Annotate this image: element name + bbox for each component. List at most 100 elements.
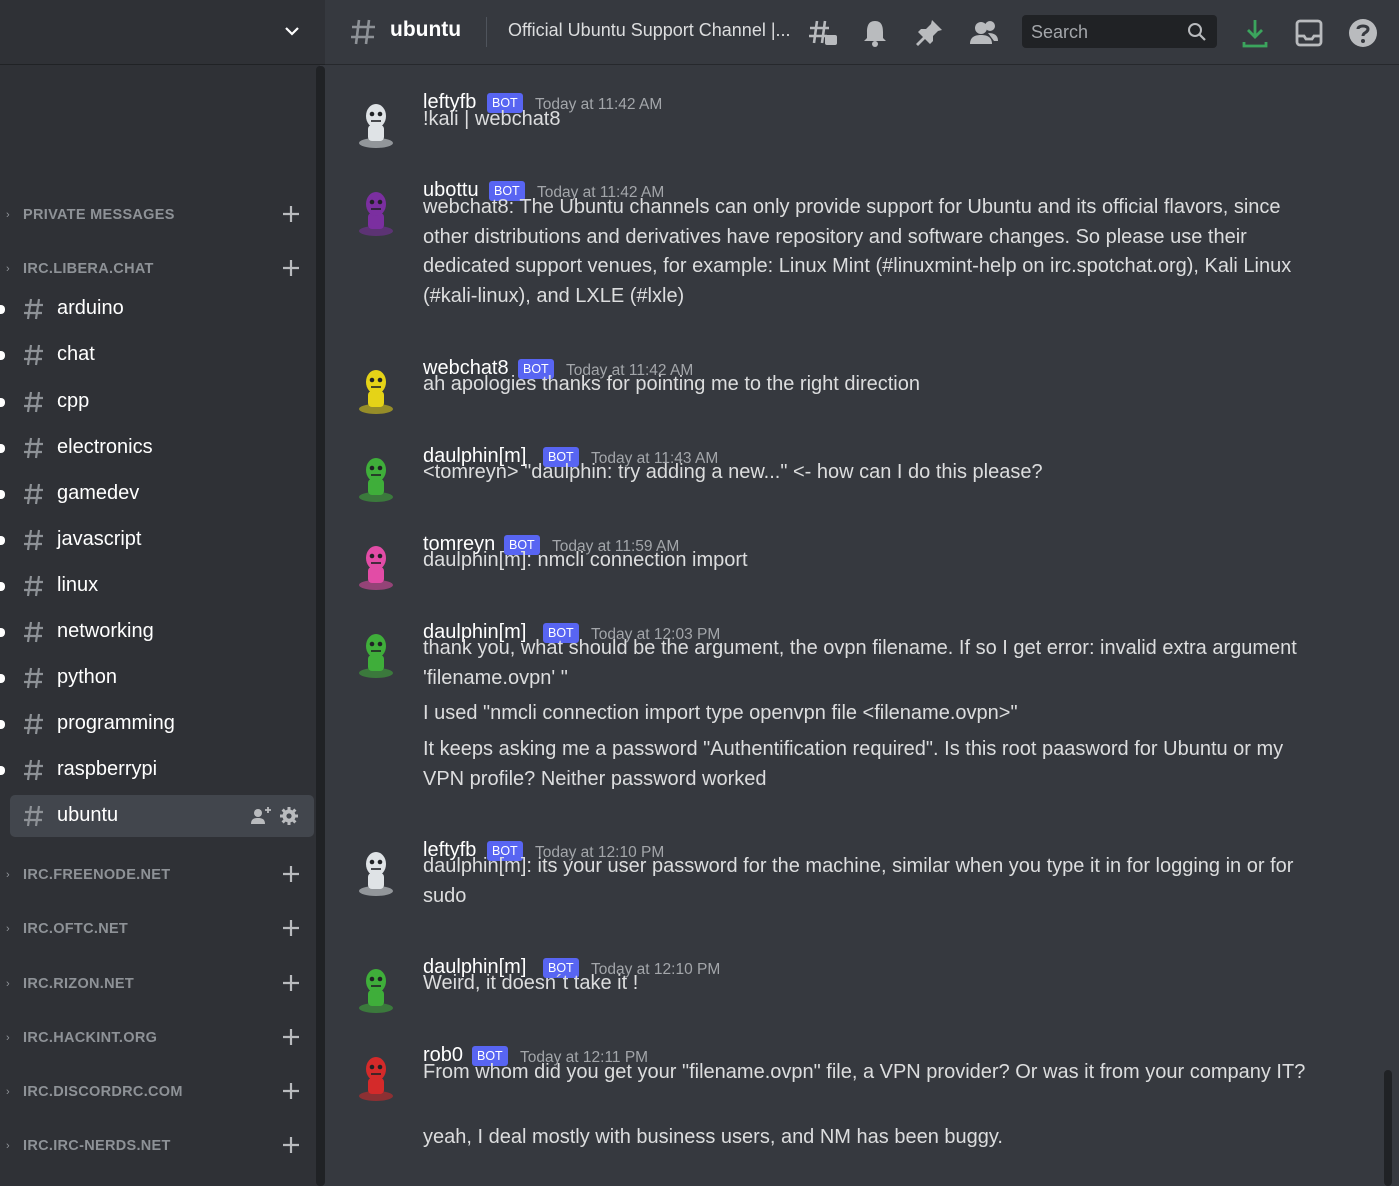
avatar[interactable] [355, 187, 397, 237]
channel-title: ubuntu [390, 18, 462, 41]
message-text: webchat8: The Ubuntu channels can only p… [423, 196, 1292, 307]
server-header[interactable] [0, 0, 325, 65]
message-text: I used "nmcli connection import type ope… [423, 702, 1018, 724]
category-discordrc[interactable]: › IRC.DISCORDRC.COM [0, 1078, 316, 1106]
search-placeholder: Search [1031, 22, 1089, 42]
message-text: ah apologies thanks for pointing me to t… [423, 373, 920, 395]
unread-indicator [0, 766, 5, 775]
message-text: <tomreyn> "daulphin: try adding a new...… [423, 461, 1043, 483]
caret-icon: › [6, 869, 10, 881]
channel-item-raspberrypi[interactable]: raspberrypi [0, 749, 314, 791]
category-oftc[interactable]: › IRC.OFTC.NET [0, 915, 316, 943]
category-hackint[interactable]: › IRC.HACKINT.ORG [0, 1024, 316, 1052]
hash-icon [24, 298, 43, 320]
avatar[interactable] [355, 453, 397, 503]
add-user-icon[interactable] [250, 805, 272, 827]
messages-scrollbar[interactable] [1384, 1070, 1392, 1186]
category-label: PRIVATE MESSAGES [23, 207, 175, 223]
channel-item-programming[interactable]: programming [0, 703, 314, 745]
channel-item-gamedev[interactable]: gamedev [0, 473, 314, 515]
hash-icon [24, 713, 43, 735]
message-text: From whom did you get your "filename.ovp… [423, 1061, 1306, 1083]
category-libera[interactable]: › IRC.LIBERA.CHAT [0, 255, 316, 283]
category-label: IRC.HACKINT.ORG [23, 1030, 158, 1046]
channel-item-networking[interactable]: networking [0, 611, 314, 653]
add-icon[interactable] [280, 1026, 302, 1048]
unread-indicator [0, 674, 5, 683]
add-icon[interactable] [280, 203, 302, 225]
channel-item-linux[interactable]: linux [0, 565, 314, 607]
hash-icon [24, 437, 43, 459]
channel-item-javascript[interactable]: javascript [0, 519, 314, 561]
hash-icon [24, 805, 43, 827]
unread-indicator [0, 490, 5, 499]
unread-indicator [0, 720, 5, 729]
inbox-icon[interactable] [1293, 17, 1325, 49]
message-list: leftyfb BOT Today at 11:42 AM !kali | webch… [325, 66, 1385, 1186]
search-input[interactable]: Search [1022, 15, 1217, 48]
search-icon[interactable] [1187, 22, 1207, 42]
channel-label: ubuntu [57, 804, 119, 826]
category-freenode[interactable]: › IRC.FREENODE.NET [0, 861, 316, 889]
channel-label: javascript [57, 528, 142, 550]
hash-icon [24, 667, 43, 689]
avatar[interactable] [355, 964, 397, 1014]
unread-indicator [0, 398, 5, 407]
header-divider [486, 17, 487, 47]
avatar[interactable] [355, 365, 397, 415]
avatar[interactable] [355, 1052, 397, 1102]
hash-icon [24, 759, 43, 781]
avatar[interactable] [355, 99, 397, 149]
message-text: !kali | webchat8 [423, 108, 561, 130]
add-icon[interactable] [280, 863, 302, 885]
message-text: thank you, what should be the argument, … [423, 637, 1297, 689]
avatar[interactable] [355, 541, 397, 591]
gear-icon[interactable] [279, 806, 299, 826]
message-text: daulphin[m]: nmcli connection import [423, 549, 748, 571]
caret-icon: › [6, 209, 10, 221]
channel-item-arduino[interactable]: arduino [0, 288, 314, 330]
message-text: It keeps asking me a password "Authentif… [423, 738, 1284, 790]
threads-icon[interactable] [807, 17, 839, 49]
channel-item-python[interactable]: python [0, 657, 314, 699]
avatar[interactable] [355, 847, 397, 897]
category-label: IRC.OFTC.NET [23, 921, 129, 937]
channel-label: gamedev [57, 482, 140, 504]
channel-label: raspberrypi [57, 758, 158, 780]
download-icon[interactable] [1239, 17, 1271, 49]
category-label: IRC.DISCORDRC.COM [23, 1084, 183, 1100]
caret-icon: › [6, 978, 10, 990]
channel-item-electronics[interactable]: electronics [0, 427, 314, 469]
avatar[interactable] [355, 629, 397, 679]
category-label: IRC.LIBERA.CHAT [23, 261, 154, 277]
hash-icon [24, 483, 43, 505]
channel-item-cpp[interactable]: cpp [0, 381, 314, 423]
channel-sidebar: › PRIVATE MESSAGES › IRC.LIBERA.CHAT ard… [0, 0, 325, 1186]
category-private-messages[interactable]: › PRIVATE MESSAGES [0, 201, 316, 229]
bell-icon[interactable] [859, 17, 891, 49]
channel-item-ubuntu[interactable]: ubuntu [10, 795, 314, 837]
add-icon[interactable] [280, 917, 302, 939]
add-icon[interactable] [280, 257, 302, 279]
add-icon[interactable] [280, 1080, 302, 1102]
unread-indicator [0, 444, 5, 453]
category-label: IRC.IRC-NERDS.NET [23, 1138, 171, 1154]
category-ircnerds[interactable]: › IRC.IRC-NERDS.NET [0, 1132, 316, 1160]
pin-icon[interactable] [913, 17, 945, 49]
help-icon[interactable] [1347, 17, 1379, 49]
channel-label: cpp [57, 390, 90, 412]
channel-topic[interactable]: Official Ubuntu Support Channel |... [508, 20, 793, 41]
members-icon[interactable] [968, 17, 1000, 49]
message-text: yeah, I deal mostly with business users,… [423, 1126, 1003, 1148]
sidebar-scrollbar[interactable] [316, 66, 325, 1186]
unread-indicator [0, 628, 5, 637]
channel-label: chat [57, 343, 95, 365]
add-icon[interactable] [280, 1134, 302, 1156]
category-rizon[interactable]: › IRC.RIZON.NET [0, 970, 316, 998]
hash-icon [24, 621, 43, 643]
channel-item-chat[interactable]: chat [0, 334, 314, 376]
channel-header: ubuntu Official Ubuntu Support Channel |… [325, 0, 1399, 65]
chevron-down-icon[interactable] [281, 20, 303, 42]
unread-indicator [0, 582, 5, 591]
add-icon[interactable] [280, 972, 302, 994]
